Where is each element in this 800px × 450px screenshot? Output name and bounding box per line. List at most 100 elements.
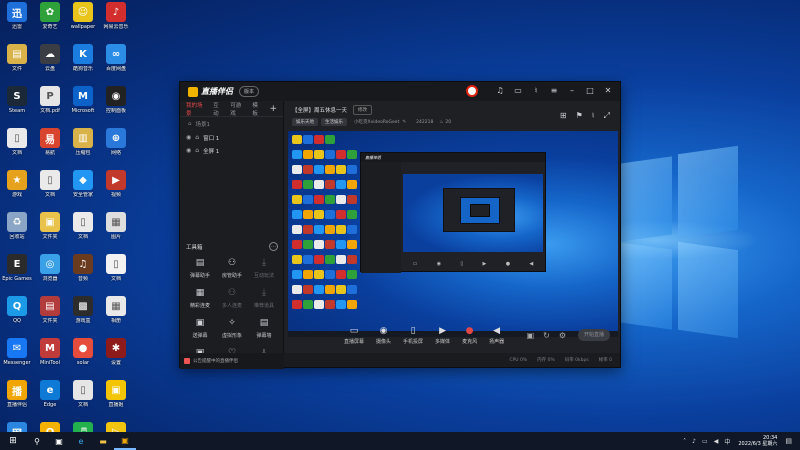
file-explorer-icon[interactable]: ▬ — [92, 432, 114, 450]
stream-preview[interactable]: 直播伴侣 ▭ ◉ ▯ ▶ ● ◀ — [288, 131, 618, 337]
volume-icon[interactable]: ◀ — [714, 438, 719, 445]
desktop-icon[interactable]: ▣ 直播姬 — [99, 380, 133, 408]
tool-item[interactable]: ⚇ 多人连麦 — [216, 287, 248, 309]
desktop-icon[interactable]: ∞ 百度网盘 — [99, 44, 133, 72]
desktop-icon[interactable]: K 酷狗音乐 — [66, 44, 100, 72]
live-companion-taskbar-icon[interactable]: ▣ — [114, 432, 136, 450]
category-chip[interactable]: 娱乐天地 — [292, 118, 318, 126]
tool-item[interactable]: ▤ 弹幕助手 — [184, 257, 216, 279]
desktop-icon[interactable]: ▯ 文档 — [66, 380, 100, 408]
tool-item[interactable]: ⚇ 房管助手 — [216, 257, 248, 279]
record-icon[interactable]: ▣ — [527, 331, 535, 340]
live-companion-window[interactable]: 直播伴侣 版本 ♫ ▭ ♮ ≡ – □ ✕ 我的场景 互动 可游戏 模板 + ⌂ 场景1… — [179, 81, 621, 369]
lock-icon[interactable]: ⌂ — [195, 134, 199, 141]
desktop-icon[interactable]: ▯ 文档 — [99, 254, 133, 282]
chevron-up-icon[interactable]: ˄ — [683, 438, 686, 445]
tool-item[interactable]: ⤓ 互动玩法 — [248, 257, 280, 279]
more-icon[interactable]: … — [269, 242, 278, 251]
flag-icon[interactable]: ⚑ — [576, 111, 583, 121]
tab-1[interactable]: 互动 — [213, 101, 223, 117]
eye-icon[interactable]: ◉ — [186, 134, 191, 141]
desktop-icon[interactable]: ◆ 安全管家 — [66, 170, 100, 198]
media-button[interactable]: ▶ 多媒体 — [435, 325, 450, 345]
title-bar[interactable]: 直播伴侣 版本 ♫ ▭ ♮ ≡ – □ ✕ — [180, 82, 620, 101]
minimize-icon[interactable]: – — [566, 85, 578, 97]
desktop-icon[interactable]: ▯ 文档 — [0, 128, 34, 156]
bell-icon[interactable]: ♮ — [592, 111, 595, 121]
speaker-button[interactable]: ◀ 扬声器 — [489, 325, 504, 345]
edit-icon[interactable]: ✎ — [402, 120, 406, 125]
search-icon[interactable]: ⚲ — [26, 432, 48, 450]
desktop-icon[interactable]: ▩ 游戏盒 — [66, 296, 100, 324]
network-icon[interactable]: ▭ — [702, 438, 708, 445]
bell-icon[interactable]: ♮ — [530, 85, 542, 97]
add-scene-icon[interactable]: + — [269, 104, 277, 114]
desktop-icon[interactable]: ♻ 回收站 — [0, 212, 34, 240]
chat-icon[interactable]: ▭ — [512, 85, 524, 97]
source-row[interactable]: ◉ ⌂ 窗口 1 — [180, 131, 283, 144]
avatar[interactable] — [466, 85, 478, 97]
desktop-icon[interactable]: ▦ 相册 — [99, 296, 133, 324]
desktop-icon[interactable]: M MiniTool — [33, 338, 67, 366]
desktop-icon[interactable]: 迅迅雷 — [0, 2, 34, 30]
edit-room-button[interactable]: 修改 — [353, 105, 373, 115]
desktop-icon[interactable]: ★ 游戏 — [0, 170, 34, 198]
desktop-icon[interactable]: ◉ 控制面板 — [99, 86, 133, 114]
tab-2[interactable]: 可游戏 — [230, 101, 245, 117]
settings-icon[interactable]: ⚙ — [559, 331, 566, 340]
menu-icon[interactable]: ≡ — [548, 85, 560, 97]
desktop-icon[interactable]: ▤ 文件 — [0, 44, 34, 72]
desktop-icon[interactable]: e Edge — [33, 380, 67, 408]
start-live-button[interactable]: 开始直播 — [578, 329, 610, 341]
tool-item[interactable]: ▣ 送弹幕 — [184, 317, 216, 339]
edge-icon[interactable]: e — [70, 432, 92, 450]
task-view-icon[interactable]: ▣ — [48, 432, 70, 450]
category-chip[interactable]: 生活娱乐 — [321, 118, 347, 126]
desktop-icon[interactable]: Q QQ — [0, 296, 34, 324]
desktop-icon[interactable]: ✉ Messenger — [0, 338, 34, 366]
eye-icon[interactable]: ◉ — [186, 147, 191, 154]
tool-item[interactable]: ⤓ 推荐道具 — [248, 287, 280, 309]
lock-icon[interactable]: ⌂ — [195, 147, 199, 154]
desktop-icon[interactable]: ✿ 爱奇艺 — [33, 2, 67, 30]
mic-button[interactable]: ● 麦克风 — [462, 325, 477, 345]
tool-item[interactable]: ▤ 弹幕墙 — [248, 317, 280, 339]
desktop-icon[interactable]: ♪ 网易云音乐 — [99, 2, 133, 30]
screen-capture-button[interactable]: ▭ 直播屏幕 — [344, 325, 364, 345]
desktop-icon[interactable]: ♫ 音频 — [66, 254, 100, 282]
mic-icon[interactable]: ♪ — [692, 438, 696, 445]
version-badge[interactable]: 版本 — [239, 86, 260, 97]
desktop-icon[interactable]: ▯ 文档 — [33, 170, 67, 198]
desktop-icon[interactable]: ⊕ 网络 — [99, 128, 133, 156]
bottom-notice[interactable]: 公告提醒中的直播伴侣 — [180, 353, 284, 369]
phone-cast-button[interactable]: ▯ 手机投屏 — [403, 325, 423, 345]
desktop-icon[interactable]: ● solar — [66, 338, 100, 366]
source-row[interactable]: ◉ ⌂ 全屏 1 — [180, 144, 283, 157]
desktop-icon[interactable]: 播直播伴侣 — [0, 380, 34, 408]
desktop-icon[interactable]: ☁ 云盘 — [33, 44, 67, 72]
close-icon[interactable]: ✕ — [602, 85, 614, 97]
desktop-icon[interactable]: M Microsoft — [66, 86, 100, 114]
windows-start-icon[interactable]: ⊞ — [0, 432, 26, 450]
desktop-icon[interactable]: ▦ 图片 — [99, 212, 133, 240]
input-method[interactable]: 中 — [724, 437, 730, 446]
notification-icon[interactable]: ▤ — [785, 437, 792, 445]
gift-icon[interactable]: ⊞ — [560, 111, 567, 121]
camera-button[interactable]: ◉ 摄像头 — [376, 325, 391, 345]
desktop-icon[interactable]: E Epic Games — [0, 254, 34, 282]
desktop-icon[interactable]: 易易航 — [33, 128, 67, 156]
headset-icon[interactable]: ♫ — [494, 85, 506, 97]
scene-header[interactable]: ⌂ 场景1 — [180, 117, 283, 131]
tool-item[interactable]: ✧ 虚拟形象 — [216, 317, 248, 339]
tab-0[interactable]: 我的场景 — [186, 101, 206, 117]
tool-item[interactable]: ▦ 精彩连麦 — [184, 287, 216, 309]
desktop-icon[interactable]: ✱ 设置 — [99, 338, 133, 366]
desktop-icon[interactable]: ▣ 文件夹 — [33, 212, 67, 240]
tab-3[interactable]: 模板 — [252, 101, 262, 117]
refresh-icon[interactable]: ↻ — [543, 331, 550, 340]
desktop-icon[interactable]: ▯ 文档 — [66, 212, 100, 240]
clock[interactable]: 20:34 2022/6/3 星期六 — [738, 435, 777, 447]
desktop-icon[interactable]: ▶ 视频 — [99, 170, 133, 198]
maximize-icon[interactable]: □ — [584, 85, 596, 97]
share-icon[interactable]: ⤢ — [604, 111, 610, 121]
